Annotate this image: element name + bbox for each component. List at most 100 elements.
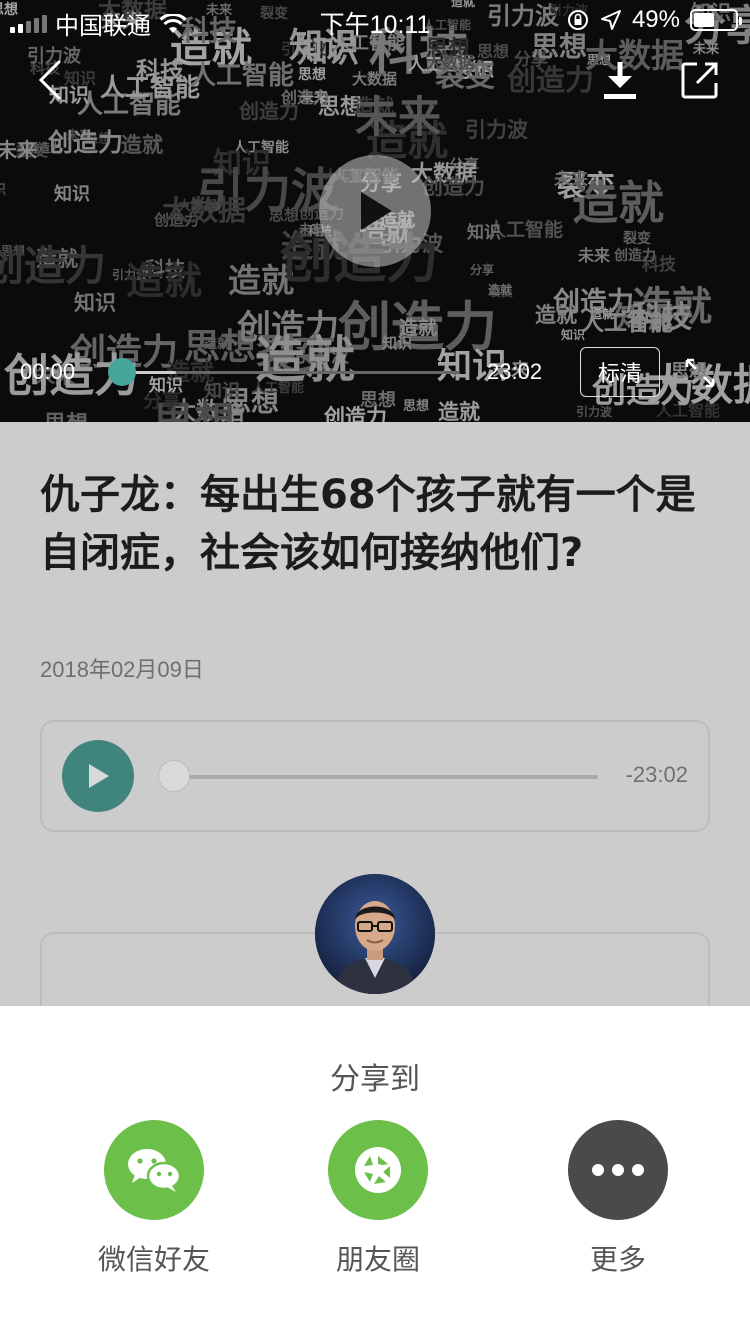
- background-word: 未来: [0, 138, 37, 162]
- audio-progress-thumb[interactable]: [158, 760, 190, 792]
- background-word: 思想: [269, 206, 300, 224]
- fullscreen-button[interactable]: [680, 353, 720, 393]
- background-word: 人工智能: [656, 401, 721, 420]
- share-icon: [681, 62, 718, 99]
- audio-remaining-time: -23:02: [625, 762, 688, 787]
- background-word: 人工智能: [581, 310, 673, 336]
- moments-icon: [328, 1120, 428, 1220]
- share-more-button[interactable]: 更多: [538, 1120, 698, 1278]
- download-icon: [604, 62, 636, 99]
- video-current-time: 00:00: [20, 359, 76, 384]
- background-word: 裂变: [16, 141, 49, 160]
- background-word: 知识: [615, 301, 675, 336]
- background-word: 引力波: [112, 268, 149, 282]
- background-word: 思想: [298, 67, 326, 83]
- download-button[interactable]: [596, 56, 644, 104]
- background-word: 分享: [514, 50, 548, 70]
- background-word: 创造力: [324, 405, 387, 422]
- background-word: 未来: [463, 60, 490, 75]
- status-bar: 中国联通 下午10:11 49%: [0, 0, 750, 40]
- audio-progress-track[interactable]: [174, 775, 598, 779]
- background-word: 大数据: [162, 194, 247, 227]
- video-player[interactable]: 创造力思想未来人工智能造就未来人工智能思想人工智能分享引力波分享大数据知识大数据…: [0, 0, 750, 422]
- quality-button[interactable]: 标清: [580, 347, 660, 397]
- share-sheet: 分享到 微信好友 朋友圈 更多: [0, 1006, 750, 1334]
- location-icon: [600, 10, 621, 30]
- background-word: 思想: [1, 244, 26, 258]
- background-word: 未来: [355, 93, 441, 143]
- background-word: 造就: [535, 303, 577, 327]
- speaker-avatar[interactable]: [315, 874, 435, 994]
- background-word: 创造力: [507, 63, 595, 97]
- background-word: 知识: [467, 223, 501, 243]
- background-word: 思想: [318, 95, 363, 120]
- background-word: 裂变: [435, 59, 495, 94]
- background-word: 大数据: [352, 70, 398, 88]
- background-word: 裂变: [489, 285, 514, 299]
- video-progress-track[interactable]: [122, 371, 460, 374]
- background-word: 造就: [228, 261, 294, 300]
- background-word: 知识: [561, 328, 586, 342]
- share-wechat-friend-label: 微信好友: [97, 1243, 210, 1276]
- background-word: 创造力: [26, 141, 63, 155]
- background-word: 人工智能: [408, 55, 476, 75]
- chevron-left-icon: [38, 60, 61, 100]
- background-word: 未来: [578, 246, 611, 265]
- audio-player: -23:02: [40, 720, 710, 832]
- background-word: 创造力: [237, 308, 339, 348]
- share-sheet-title: 分享到: [330, 1062, 420, 1097]
- background-word: 科技: [136, 57, 184, 85]
- article-title: 仇子龙：每出生68个孩子就有一个是自闭症，社会该如何接纳他们?: [40, 472, 696, 576]
- background-word: 造就: [121, 133, 163, 157]
- battery-percent: 49%: [631, 6, 680, 33]
- background-word: 引力波: [281, 40, 327, 58]
- fullscreen-icon: [685, 358, 715, 388]
- background-word: 大数据: [426, 53, 475, 72]
- background-word: 造就: [438, 400, 480, 422]
- background-word: 科技: [642, 255, 676, 275]
- background-word: 引力波: [576, 405, 613, 419]
- share-more-label: 更多: [589, 1243, 646, 1276]
- share-wechat-friend-button[interactable]: 微信好友: [74, 1120, 234, 1278]
- share-moments-label: 朋友圈: [335, 1243, 420, 1276]
- background-word: 未来: [300, 90, 328, 106]
- play-icon: [89, 764, 109, 788]
- background-word: 创造力: [154, 211, 200, 229]
- rotation-lock-icon: [567, 10, 588, 30]
- background-word: 未来: [554, 170, 588, 190]
- background-word: 造就: [354, 94, 394, 118]
- background-word: 裂变: [623, 231, 651, 247]
- background-word: 科技: [632, 300, 692, 335]
- background-word: 知识: [54, 184, 90, 205]
- battery-icon: [690, 9, 742, 31]
- background-word: 创造力: [281, 88, 330, 107]
- video-progress-thumb[interactable]: [108, 358, 136, 386]
- background-word: 裂变: [557, 169, 616, 203]
- background-word: 知识: [213, 146, 272, 180]
- video-play-button[interactable]: [319, 155, 431, 267]
- background-word: 造就: [632, 284, 712, 330]
- share-button[interactable]: [676, 56, 724, 104]
- background-word: 造就: [572, 176, 664, 230]
- background-word: 人工智能: [100, 73, 201, 102]
- article-date: 2018年02月09日: [40, 657, 204, 682]
- background-word: 创造力: [48, 128, 124, 157]
- background-word: 造就: [36, 247, 78, 271]
- background-word: 创造力: [239, 99, 299, 123]
- speaker-photo: [315, 874, 435, 994]
- background-word: 人工智能: [487, 219, 564, 241]
- background-word: 造就: [590, 307, 615, 321]
- back-button[interactable]: [26, 56, 74, 104]
- background-word: 创造力: [0, 242, 106, 290]
- background-word: 思想: [477, 42, 510, 61]
- background-word: 人工智能: [233, 140, 289, 156]
- background-word: 创造力: [422, 175, 485, 199]
- background-word: 大数据: [178, 199, 218, 214]
- background-word: 人工智能: [190, 61, 295, 91]
- background-word: 思想: [454, 58, 494, 82]
- share-moments-button[interactable]: 朋友圈: [298, 1120, 458, 1278]
- audio-play-button[interactable]: [62, 740, 134, 812]
- background-word: 知识: [0, 179, 6, 198]
- background-word: 分享: [470, 263, 495, 277]
- background-word: 创造力: [614, 248, 656, 264]
